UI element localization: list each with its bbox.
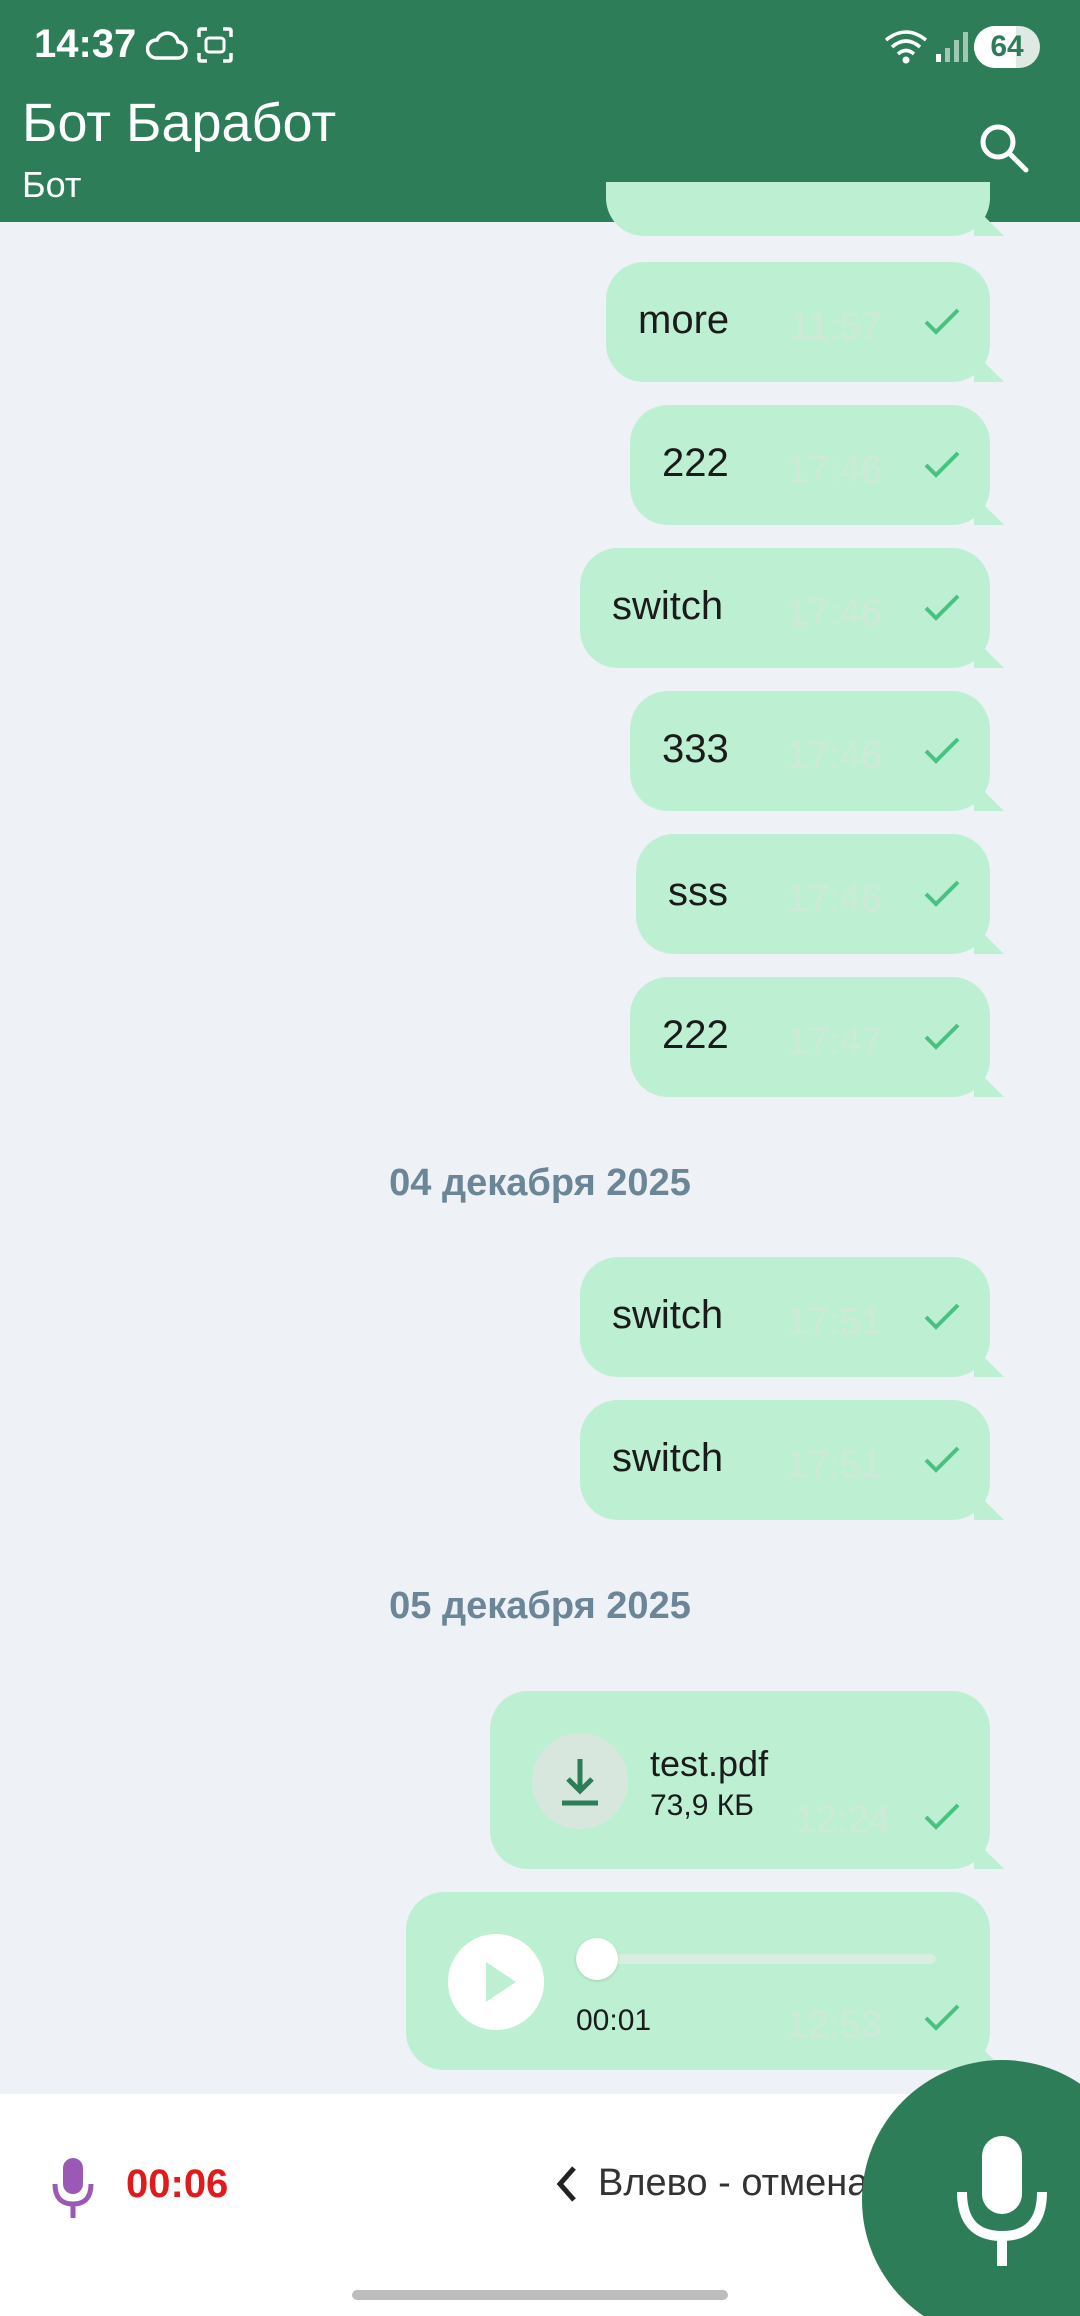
message-time: 12:53	[786, 2004, 882, 2046]
message-bubble[interactable]: more 11:57	[606, 262, 990, 382]
file-size: 73,9 КБ	[650, 1789, 754, 1822]
message-bubble[interactable]: 333 17:46	[630, 691, 990, 811]
message-time: 17:51	[786, 1444, 882, 1486]
play-icon	[486, 1962, 516, 2002]
date-separator: 05 декабря 2025	[389, 1585, 691, 1627]
check-icon	[924, 308, 960, 335]
chat-screen: 14:37 64 Бот Баработ Бот more 11:57 222 …	[0, 0, 1080, 2316]
microphone-icon	[52, 2158, 94, 2218]
battery-level: 64	[990, 30, 1024, 63]
message-bubble-partial[interactable]	[606, 182, 990, 236]
message-bubble[interactable]: sss 17:46	[636, 834, 990, 954]
message-text: more	[638, 298, 730, 342]
download-button[interactable]	[532, 1733, 628, 1829]
message-time: 17:46	[786, 592, 882, 634]
voice-progress-knob[interactable]	[576, 1938, 618, 1980]
message-text: 333	[662, 727, 729, 771]
file-message-bubble[interactable]: test.pdf 73,9 КБ 12:24	[490, 1691, 990, 1869]
message-text: switch	[612, 1293, 724, 1337]
voice-duration: 00:01	[576, 2004, 652, 2037]
chat-title[interactable]: Бот Баработ	[22, 92, 336, 154]
download-icon	[562, 1759, 598, 1806]
message-text: sss	[668, 870, 728, 914]
voice-progress-track[interactable]	[596, 1954, 936, 1964]
message-bubble[interactable]: 222 17:46	[630, 405, 990, 525]
chat-subtitle: Бот	[22, 164, 82, 205]
message-time: 17:51	[786, 1301, 882, 1343]
message-text: 222	[662, 441, 729, 485]
check-icon	[924, 1803, 960, 1830]
check-icon	[924, 880, 960, 907]
chevron-left-icon	[556, 2166, 576, 2202]
signal-icon	[936, 32, 968, 62]
message-bubble[interactable]: switch 17:51	[580, 1400, 990, 1520]
recording-timer: 00:06	[126, 2162, 229, 2206]
message-text: switch	[612, 1436, 724, 1480]
home-indicator[interactable]	[352, 2290, 728, 2300]
microphone-icon	[957, 2136, 1047, 2266]
message-bubble[interactable]: switch 17:51	[580, 1257, 990, 1377]
cancel-hint-text: Влево - отмена	[598, 2162, 869, 2204]
search-icon[interactable]	[976, 120, 1032, 176]
face-scan-icon	[197, 27, 233, 63]
date-separator: 04 декабря 2025	[389, 1162, 691, 1204]
message-bubble[interactable]: 222 17:47	[630, 977, 990, 1097]
message-time: 12:24	[794, 1799, 890, 1841]
battery-indicator: 64	[974, 26, 1040, 68]
message-time: 17:46	[786, 449, 882, 491]
status-time: 14:37	[34, 22, 137, 66]
message-text: 222	[662, 1013, 729, 1057]
check-icon	[924, 1446, 960, 1473]
cloud-icon	[146, 31, 188, 60]
check-icon	[924, 1023, 960, 1050]
play-button[interactable]	[448, 1934, 544, 2030]
slide-to-cancel[interactable]: Влево - отмена	[554, 2160, 874, 2210]
message-time: 17:47	[786, 1021, 882, 1063]
message-time: 17:46	[786, 878, 882, 920]
message-time: 11:57	[789, 306, 882, 348]
message-time: 17:46	[786, 735, 882, 777]
check-icon	[924, 2004, 960, 2031]
check-icon	[924, 1303, 960, 1330]
check-icon	[924, 737, 960, 764]
message-bubble[interactable]: switch 17:46	[580, 548, 990, 668]
file-name: test.pdf	[650, 1743, 769, 1784]
wifi-icon	[884, 30, 928, 64]
check-icon	[924, 594, 960, 621]
check-icon	[924, 451, 960, 478]
message-text: switch	[612, 584, 724, 628]
voice-message-bubble[interactable]: 00:01 12:53	[406, 1892, 990, 2070]
